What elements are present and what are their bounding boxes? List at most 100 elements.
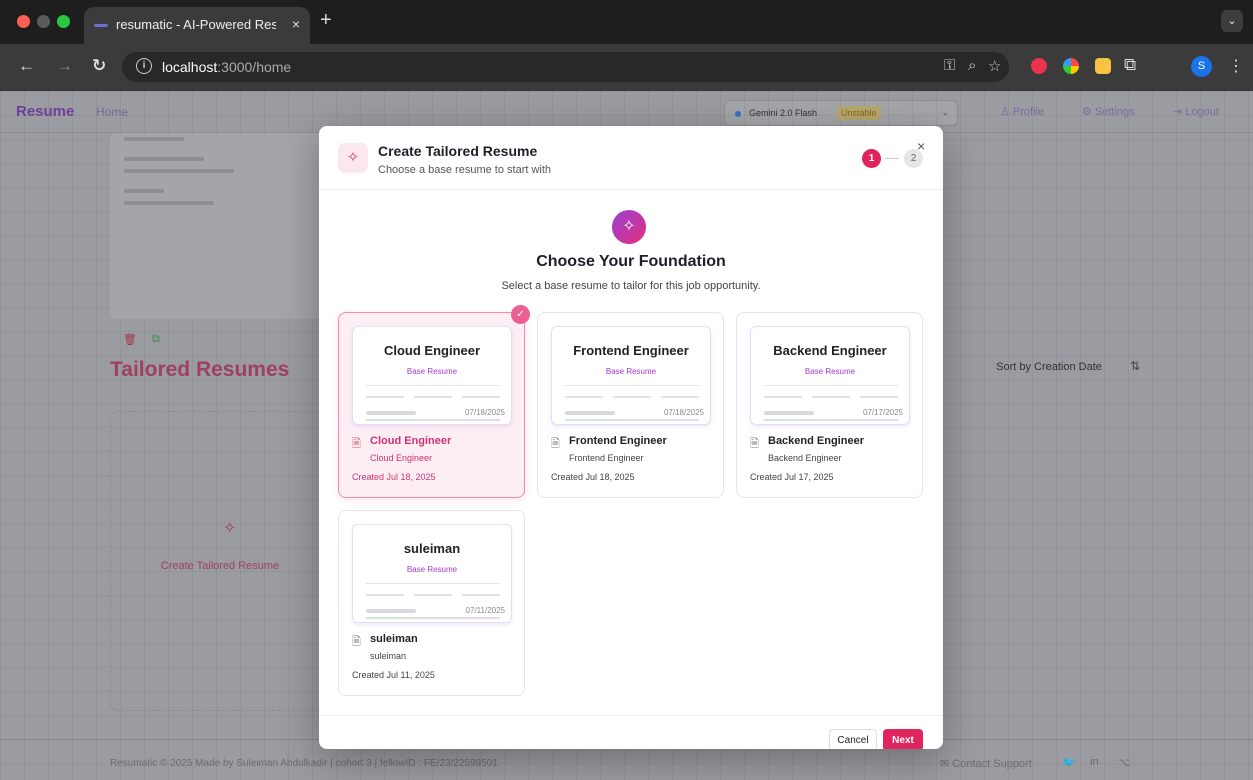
address-bar[interactable]: i localhost:3000/home ⚿ ⌕ ☆ [122,52,1009,82]
create-tailored-label: Create Tailored Resume [160,560,280,572]
resume-card-cloud-engineer[interactable]: ✓ Cloud Engineer Base Resume 07/18/2025 … [338,305,530,498]
preview-title: Cloud Engineer [383,343,481,358]
forward-icon[interactable]: → [56,56,73,76]
logout-icon: ⇥ [1173,106,1186,118]
divider [366,385,500,386]
resume-name: suleiman [370,633,418,645]
placeholder-line [366,609,416,613]
github-icon[interactable]: ⌥ [1118,756,1131,769]
tab-close-icon[interactable]: × [292,16,300,32]
divider [565,385,699,386]
zoom-icon[interactable]: ⌕ [968,57,976,74]
resume-card-suleiman[interactable]: suleiman Base Resume 07/11/2025 🗎 suleim… [338,510,525,696]
resume-created-date: Created Jul 18, 2025 [551,472,635,482]
divider [366,583,500,584]
preview-date: 07/17/2025 [862,408,903,417]
placeholder-line [613,396,651,398]
twitter-icon[interactable]: 🐦 [1062,756,1076,769]
create-tailored-card[interactable]: ✧ Create Tailored Resume [110,411,330,711]
site-info-icon[interactable]: i [136,58,152,74]
trash-icon[interactable]: 🗑 [123,333,137,346]
user-icon: ♙ [1000,106,1013,118]
step-connector [885,158,899,159]
nav-home-link[interactable]: Home [96,105,128,119]
nav-profile-link[interactable]: ♙ Profile [1000,105,1044,118]
gear-icon: ⚙ [1082,106,1095,118]
tab-title: resumatic - AI-Powered Resu [116,17,276,32]
copy-icon[interactable]: ⧉ [152,333,160,346]
base-resume-tag: Base Resume [804,367,856,376]
resume-card-backend-engineer[interactable]: Backend Engineer Base Resume 07/17/2025 … [736,312,923,498]
resume-name: Backend Engineer [768,435,864,447]
placeholder-line [764,411,814,415]
profile-avatar[interactable]: S [1191,56,1212,77]
accent-line [366,419,500,421]
contact-support-link[interactable]: ✉ Contact Support [940,757,1032,770]
resume-name: Cloud Engineer [370,435,452,447]
placeholder-line [124,201,214,205]
model-status-dot [735,111,741,117]
resume-card-frontend-engineer[interactable]: Frontend Engineer Base Resume 07/18/2025… [537,312,724,498]
extensions-puzzle-icon[interactable]: ⧉ [1124,55,1136,75]
minimize-window-button[interactable] [37,15,50,28]
file-icon: 🗎 [750,438,759,450]
brand-logo[interactable]: Resume [16,103,74,120]
browser-tab[interactable]: resumatic - AI-Powered Resu × [84,7,310,44]
browser-menu-icon[interactable]: ⋮ [1228,56,1244,76]
placeholder-line [462,396,500,398]
placeholder-line [565,396,603,398]
placeholder-line [366,411,416,415]
key-icon[interactable]: ⚿ [944,57,955,74]
modal-header: ✧ Create Tailored Resume Choose a base r… [319,126,943,190]
accent-line [366,617,500,619]
placeholder-line [124,157,204,161]
new-tab-button[interactable]: + [320,10,332,30]
url-text: localhost:3000/home [162,59,292,75]
section-heading: Choose Your Foundation [536,253,726,270]
preview-title: suleiman [403,541,461,556]
notes-extension-icon[interactable] [1095,58,1111,74]
resume-name: Frontend Engineer [569,435,667,447]
sparkles-icon: ✧ [612,210,646,244]
placeholder-line [124,137,184,141]
nav-logout-link[interactable]: ⇥ Logout [1173,105,1219,118]
section-description: Select a base resume to tailor for this … [501,280,761,292]
back-icon[interactable]: ← [18,56,35,76]
background-resume-card: 🗑 ⧉ [110,133,330,346]
placeholder-line [462,594,500,596]
bookmark-star-icon[interactable]: ☆ [988,57,1001,75]
accent-line [565,419,699,421]
file-icon: 🗎 [551,438,560,450]
sort-button[interactable]: Sort by Creation Date [982,353,1116,381]
close-icon[interactable]: × [917,138,925,154]
reload-icon[interactable]: ↻ [92,56,106,76]
preview-date: 07/18/2025 [464,408,505,417]
resume-role: Backend Engineer [768,453,842,463]
preview-date: 07/18/2025 [663,408,704,417]
tab-search-button[interactable]: ⌄ [1221,10,1243,32]
close-window-button[interactable] [17,15,30,28]
model-badge: Unstable [837,106,881,120]
cancel-button[interactable]: Cancel [829,729,877,749]
placeholder-line [124,189,164,193]
linkedin-icon[interactable]: in [1090,756,1099,768]
zoom-window-button[interactable] [57,15,70,28]
resume-created-date: Created Jul 11, 2025 [352,670,435,680]
resume-preview: Cloud Engineer Base Resume 07/18/2025 [352,326,512,425]
resume-preview: Frontend Engineer Base Resume 07/18/2025 [551,326,711,425]
ublock-extension-icon[interactable] [1031,58,1047,74]
tailored-resumes-heading: Tailored Resumes [110,358,290,381]
placeholder-line [812,396,850,398]
sort-direction-icon[interactable]: ⇅ [1130,359,1140,373]
resume-preview: Backend Engineer Base Resume 07/17/2025 [750,326,910,425]
model-select[interactable]: Gemini 2.0 Flash Unstable ⌄ [724,100,958,126]
file-icon: 🗎 [352,636,361,648]
nav-settings-link[interactable]: ⚙ Settings [1082,105,1135,118]
placeholder-line [414,594,452,596]
preview-date: 07/11/2025 [465,606,505,615]
color-extension-icon[interactable] [1063,58,1079,74]
browser-toolbar: ← → ↻ i localhost:3000/home ⚿ ⌕ ☆ ⧉ S ⋮ [0,44,1253,91]
placeholder-line [414,396,452,398]
next-button[interactable]: Next [883,729,923,749]
favicon-icon [94,24,108,27]
